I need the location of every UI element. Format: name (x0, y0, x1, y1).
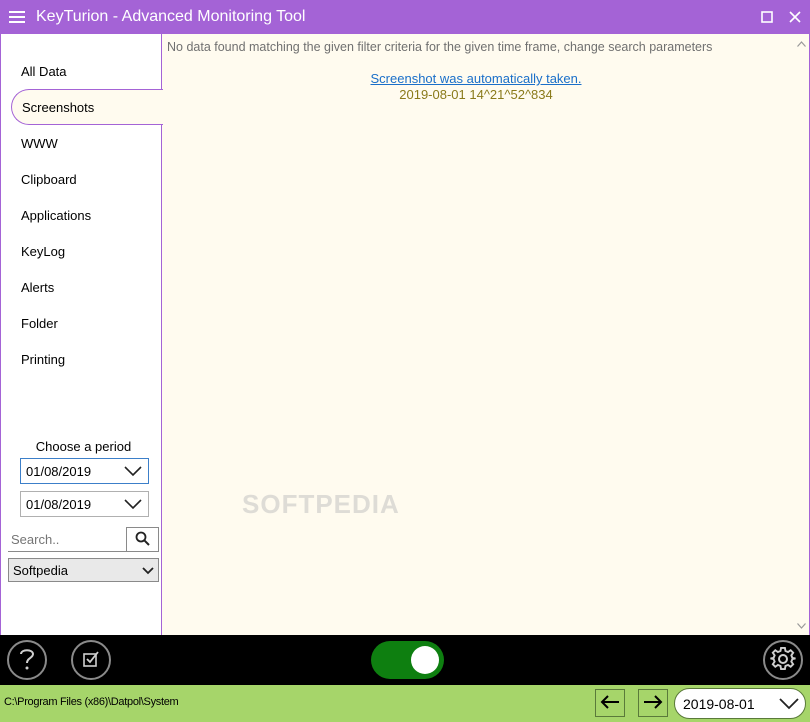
sidebar-item-label: Printing (21, 351, 66, 367)
date-to-picker[interactable]: 01/08/2019 (20, 491, 149, 517)
sidebar-item-label: KeyLog (21, 243, 66, 259)
sidebar-item-label: Folder (21, 315, 58, 331)
screenshot-entry-link[interactable]: Screenshot was automatically taken. (162, 71, 790, 86)
watermark: SOFTPEDIA (242, 489, 400, 519)
previous-day-button[interactable] (595, 689, 625, 717)
scroll-down-icon[interactable] (794, 618, 809, 633)
bottom-toolbar (0, 635, 810, 685)
sidebar-item-label: All Data (21, 63, 67, 79)
date-from-picker[interactable]: 01/08/2019 (20, 458, 149, 484)
scroll-up-icon[interactable] (794, 36, 809, 51)
search-input[interactable] (8, 527, 126, 552)
gear-icon (770, 646, 796, 675)
toggle-knob (411, 646, 439, 674)
content-area: No data found matching the given filter … (162, 34, 794, 635)
sidebar-item-keylog[interactable]: KeyLog (1, 233, 162, 269)
sidebar-item-folder[interactable]: Folder (1, 305, 162, 341)
sidebar-item-label: Applications (21, 207, 92, 223)
screenshot-entry-timestamp: 2019-08-01 14^21^52^834 (399, 87, 553, 102)
date-to-value: 01/08/2019 (26, 496, 92, 512)
checkbox-icon (82, 650, 100, 671)
current-date: 2019-08-01 (683, 695, 755, 712)
monitoring-toggle[interactable] (371, 641, 444, 679)
settings-button[interactable] (763, 640, 803, 680)
sidebar-item-screenshots[interactable]: Screenshots (11, 89, 163, 125)
window-controls (754, 0, 810, 34)
search-icon (135, 531, 150, 549)
hamburger-icon[interactable] (0, 0, 34, 34)
close-icon[interactable] (780, 0, 810, 34)
search-button[interactable] (126, 527, 159, 552)
sidebar-item-label: WWW (21, 135, 58, 151)
user-select-value: Softpedia (13, 562, 68, 578)
window-title: KeyTurion - Advanced Monitoring Tool (36, 8, 306, 25)
user-select[interactable]: Softpedia (8, 558, 159, 582)
next-day-button[interactable] (638, 689, 668, 717)
arrow-right-icon (643, 694, 663, 712)
install-path: C:\Program Files (x86)\Datpol\System (4, 696, 179, 708)
maximize-icon[interactable] (754, 0, 780, 34)
sidebar-item-label: Screenshots (22, 99, 95, 115)
sidebar-item-www[interactable]: WWW (1, 125, 162, 161)
sidebar-item-clipboard[interactable]: Clipboard (1, 161, 162, 197)
empty-results-message: No data found matching the given filter … (167, 40, 713, 54)
sidebar-item-label: Clipboard (21, 171, 77, 187)
sidebar-item-all-data[interactable]: All Data (1, 53, 162, 89)
chevron-down-icon (124, 498, 142, 513)
chevron-down-icon (124, 465, 142, 480)
title-bar: KeyTurion - Advanced Monitoring Tool (0, 0, 810, 34)
sidebar: All Data Screenshots WWW Clipboard Appli… (1, 34, 163, 635)
sidebar-item-label: Alerts (21, 279, 55, 295)
chevron-down-icon (779, 697, 799, 713)
sidebar-item-alerts[interactable]: Alerts (1, 269, 162, 305)
period-label: Choose a period (35, 439, 132, 454)
sidebar-item-applications[interactable]: Applications (1, 197, 162, 233)
date-from-value: 01/08/2019 (26, 463, 92, 479)
vertical-scrollbar[interactable] (794, 34, 809, 635)
arrow-left-icon (600, 694, 620, 712)
sidebar-item-printing[interactable]: Printing (1, 341, 162, 377)
question-mark-icon (16, 646, 38, 675)
date-picker[interactable]: 2019-08-01 (674, 688, 806, 719)
status-bar: C:\Program Files (x86)\Datpol\System 201… (0, 685, 810, 722)
search-box (8, 527, 159, 552)
check-button[interactable] (71, 640, 111, 680)
help-button[interactable] (7, 640, 47, 680)
chevron-down-icon (142, 564, 154, 579)
